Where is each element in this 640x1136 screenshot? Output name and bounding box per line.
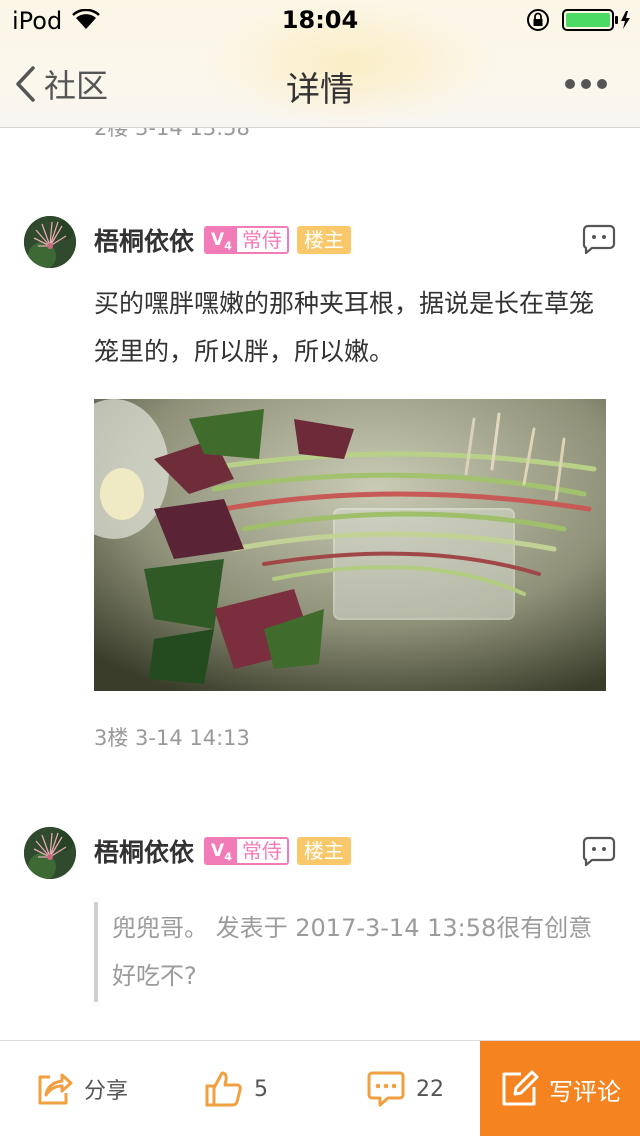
rank-badge: 常侍 xyxy=(236,228,287,252)
like-count: 5 xyxy=(254,1076,268,1102)
vip-level-badge: V4 xyxy=(206,839,237,863)
owner-badge: 楼主 xyxy=(296,837,351,865)
post-detail-content: 2楼 3-14 13:58 梧桐依依 V4 常侍 楼主 买的嘿胖嘿嫩的那种夹耳根… xyxy=(0,0,640,1040)
post-meta: 3楼 3-14 14:13 xyxy=(94,726,250,750)
author-row: 梧桐依依 V4 常侍 楼主 xyxy=(94,222,351,258)
comment-icon xyxy=(367,1071,405,1107)
reply-bubble-icon[interactable] xyxy=(582,224,616,254)
status-bar: iPod 18:04 xyxy=(0,0,640,40)
avatar[interactable] xyxy=(24,216,76,268)
thumbs-up-icon xyxy=(205,1071,242,1107)
share-icon xyxy=(38,1073,73,1105)
vegetable-photo-image xyxy=(94,399,606,691)
write-comment-label: 写评论 xyxy=(549,1077,621,1106)
share-label: 分享 xyxy=(84,1079,129,1104)
share-button[interactable]: 分享 xyxy=(34,1041,128,1136)
rank-badge: 常侍 xyxy=(236,839,287,863)
reply-bubble-icon[interactable] xyxy=(582,836,616,866)
comment-count: 22 xyxy=(416,1076,444,1102)
author-name[interactable]: 梧桐依依 xyxy=(94,222,194,258)
comments-button[interactable]: 22 xyxy=(366,1041,444,1136)
avatar-flower-image xyxy=(24,827,76,879)
owner-badge: 楼主 xyxy=(296,226,351,254)
avatar[interactable] xyxy=(24,827,76,879)
rotation-lock-icon xyxy=(527,9,549,31)
vip-badge: V4 常侍 xyxy=(204,226,289,254)
author-row: 梧桐依依 V4 常侍 楼主 xyxy=(94,833,351,869)
avatar-flower-image xyxy=(24,216,76,268)
page-title: 详情 xyxy=(286,70,354,110)
bottom-action-bar: 分享 5 22 写评论 xyxy=(0,1040,640,1136)
author-name[interactable]: 梧桐依依 xyxy=(94,833,194,869)
quote-bar xyxy=(94,902,98,1002)
top-header: iPod 18:04 社区 详情 xyxy=(0,0,640,128)
write-comment-button[interactable]: 写评论 xyxy=(480,1041,640,1136)
quote-text: 兜兜哥。 发表于 2017-3-14 13:58很有创意 好吃不? xyxy=(112,914,593,990)
like-button[interactable]: 5 xyxy=(204,1041,268,1136)
post-text: 买的嘿胖嘿嫩的那种夹耳根，据说是长在草笼笼里的，所以胖，所以嫩。 xyxy=(94,289,595,366)
post-photo[interactable] xyxy=(94,399,606,691)
more-options-icon[interactable] xyxy=(562,76,610,92)
vip-level-badge: V4 xyxy=(206,228,237,252)
battery-icon xyxy=(562,9,630,31)
edit-icon xyxy=(502,1070,539,1106)
vip-badge: V4 常侍 xyxy=(204,837,289,865)
